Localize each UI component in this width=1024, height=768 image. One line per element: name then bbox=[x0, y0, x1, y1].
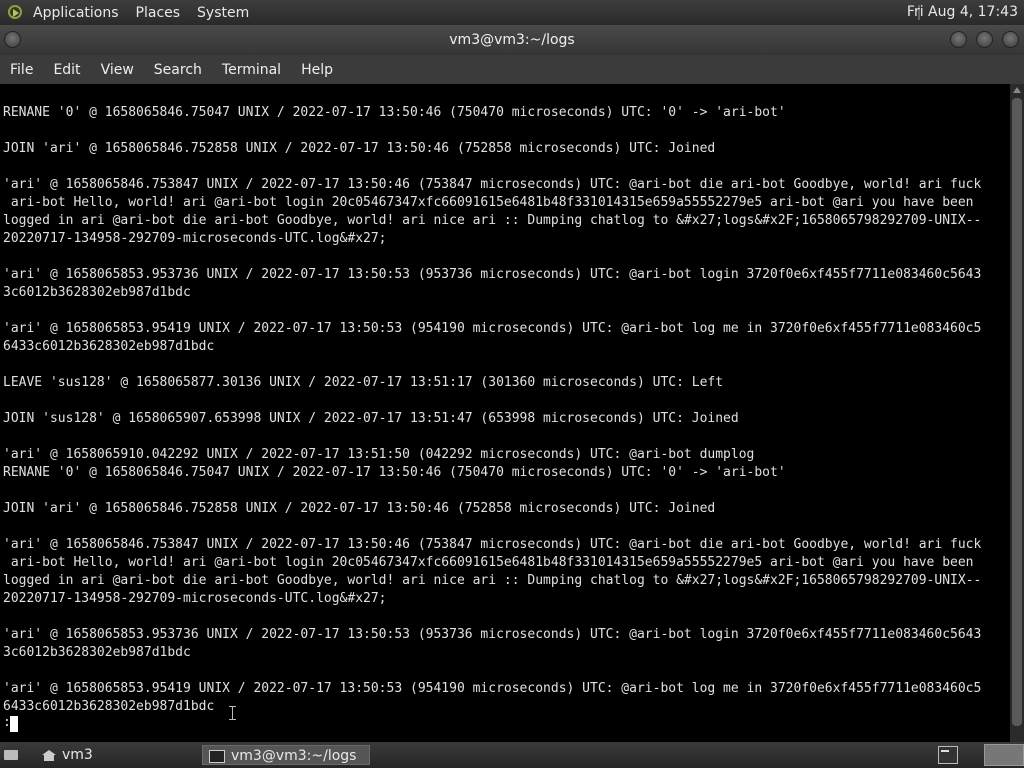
distro-logo-icon[interactable] bbox=[7, 4, 25, 22]
desktop-icon bbox=[4, 750, 18, 760]
system-menu[interactable]: System bbox=[197, 5, 249, 21]
terminal-line: 6433c6012b3628302eb987d1bdc bbox=[3, 339, 215, 354]
terminal-line: logged in ari @ari-bot die ari-bot Goodb… bbox=[3, 213, 982, 228]
terminal-line: logged in ari @ari-bot die ari-bot Goodb… bbox=[3, 573, 982, 588]
terminal-line: 20220717-134958-292709-microseconds-UTC.… bbox=[3, 231, 387, 246]
places-menu[interactable]: Places bbox=[136, 5, 181, 21]
text-cursor bbox=[10, 716, 18, 732]
home-folder-icon bbox=[42, 749, 56, 761]
terminal-line: ari-bot Hello, world! ari @ari-bot login… bbox=[3, 555, 974, 570]
terminal-line: 3c6012b3628302eb987d1bdc bbox=[3, 285, 191, 300]
terminal-line: 3c6012b3628302eb987d1bdc bbox=[3, 645, 191, 660]
terminal-line: 6433c6012b3628302eb987d1bdc bbox=[3, 699, 215, 714]
terminal-line: 'ari' @ 1658065853.95419 UNIX / 2022-07-… bbox=[3, 681, 982, 696]
terminal-line: RENANE '0' @ 1658065846.75047 UNIX / 202… bbox=[3, 105, 786, 120]
task-label: vm3@vm3:~/logs bbox=[231, 748, 357, 764]
menu-search[interactable]: Search bbox=[154, 62, 202, 78]
terminal-line: LEAVE 'sus128' @ 1658065877.30136 UNIX /… bbox=[3, 375, 724, 390]
menu-terminal[interactable]: Terminal bbox=[222, 62, 281, 78]
terminal-line: JOIN 'ari' @ 1658065846.752858 UNIX / 20… bbox=[3, 141, 716, 156]
terminal-line: 'ari' @ 1658065846.753847 UNIX / 2022-07… bbox=[3, 537, 982, 552]
terminal-line: 'ari' @ 1658065846.753847 UNIX / 2022-07… bbox=[3, 177, 982, 192]
terminal-line: ari-bot Hello, world! ari @ari-bot login… bbox=[3, 195, 974, 210]
terminal-output[interactable]: 6433c6012b3628302eb987d1bdc 'ari' @ 16580… bbox=[0, 84, 1010, 742]
tray-terminal-icon[interactable] bbox=[938, 746, 958, 764]
ibeam-mouse-cursor-icon bbox=[229, 706, 239, 720]
close-button[interactable] bbox=[1002, 31, 1019, 48]
terminal-line: 'ari' @ 1658065910.042292 UNIX / 2022-07… bbox=[3, 447, 755, 462]
terminal-task-button[interactable]: vm3@vm3:~/logs bbox=[202, 745, 370, 765]
terminal-line: 'ari' @ 1658065853.95419 UNIX / 2022-07-… bbox=[3, 321, 982, 336]
scroll-up-arrow-icon[interactable] bbox=[1013, 87, 1021, 93]
show-desktop-button[interactable] bbox=[2, 745, 22, 765]
window-menu-button[interactable] bbox=[4, 31, 21, 48]
menu-help[interactable]: Help bbox=[301, 62, 333, 78]
terminal-line: 'ari' @ 1658065853.953736 UNIX / 2022-07… bbox=[3, 627, 982, 642]
clock[interactable]: Fri Aug 4, 17:43 bbox=[907, 4, 1018, 20]
bottom-panel: vm3 vm3@vm3:~/logs bbox=[0, 742, 1024, 768]
workspace-switcher[interactable] bbox=[984, 744, 1024, 766]
terminal-line: 20220717-134958-292709-microseconds-UTC.… bbox=[3, 591, 387, 606]
menu-view[interactable]: View bbox=[101, 62, 134, 78]
window-title: vm3@vm3:~/logs bbox=[449, 32, 575, 48]
terminal-menu-bar: File Edit View Search Terminal Help bbox=[0, 55, 1024, 84]
window-title-bar[interactable]: vm3@vm3:~/logs bbox=[0, 25, 1024, 55]
scrollbar-thumb[interactable] bbox=[1012, 98, 1022, 726]
terminal-line: JOIN 'ari' @ 1658065846.752858 UNIX / 20… bbox=[3, 501, 716, 516]
menu-edit[interactable]: Edit bbox=[53, 62, 80, 78]
terminal-line: 'ari' @ 1658065853.953736 UNIX / 2022-07… bbox=[3, 267, 982, 282]
terminal-icon bbox=[209, 749, 225, 763]
terminal-line: RENANE '0' @ 1658065846.75047 UNIX / 202… bbox=[3, 465, 786, 480]
terminal-line: JOIN 'sus128' @ 1658065907.653998 UNIX /… bbox=[3, 411, 739, 426]
menu-file[interactable]: File bbox=[10, 62, 33, 78]
workspace-task[interactable]: vm3 bbox=[36, 745, 93, 765]
maximize-button[interactable] bbox=[976, 31, 993, 48]
top-panel: Applications Places System Fri Aug 4, 17… bbox=[0, 0, 1024, 25]
workspace-label: vm3 bbox=[62, 747, 93, 763]
applications-menu[interactable]: Applications bbox=[33, 5, 119, 21]
minimize-button[interactable] bbox=[950, 31, 967, 48]
vertical-scrollbar[interactable] bbox=[1010, 84, 1024, 742]
